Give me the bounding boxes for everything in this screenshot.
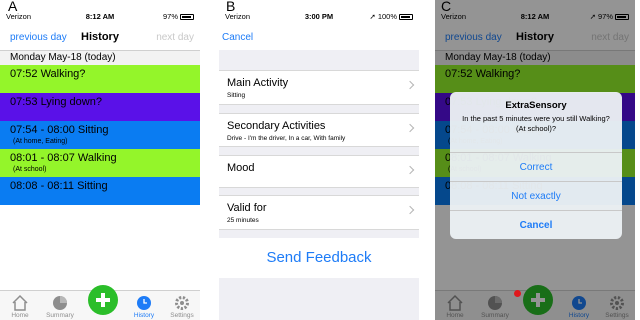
event-row[interactable]: 08:08 - 08:11 Sitting xyxy=(0,177,200,205)
tab-label: Home xyxy=(11,312,29,319)
alert-cancel-button[interactable]: Cancel xyxy=(450,210,622,239)
add-activity-button[interactable] xyxy=(88,285,118,315)
gear-icon xyxy=(175,296,189,310)
next-day-button[interactable]: next day xyxy=(156,32,194,43)
cell-subtitle: 25 minutes xyxy=(227,217,259,224)
tab-summary[interactable]: Summary xyxy=(42,294,78,319)
clock-icon xyxy=(137,296,151,310)
cancel-button[interactable]: Cancel xyxy=(222,32,253,43)
notification-badge xyxy=(514,290,521,297)
battery-percent: 97% xyxy=(162,12,178,21)
cell-title: Mood xyxy=(227,162,255,174)
status-bar: Verizon 8:12 AM 97% xyxy=(0,10,200,24)
battery: 97% xyxy=(163,12,194,21)
panel-letter-a: A xyxy=(8,0,18,14)
bottom-background xyxy=(219,278,419,320)
nav-bar: previous day History next day xyxy=(0,26,200,50)
phone-history-alert: Verizon 8:12 AM ➚ 97% previous day Histor… xyxy=(435,0,635,320)
correct-button[interactable]: Correct xyxy=(450,152,622,181)
battery-icon xyxy=(180,13,194,20)
event-label: 08:08 - 08:11 Sitting xyxy=(10,180,108,192)
chevron-right-icon xyxy=(405,80,415,90)
alert-message: In the past 5 minutes were you still Wal… xyxy=(462,114,610,133)
battery: ➚ 100% xyxy=(370,12,413,21)
cell-subtitle: Drive - I'm the driver, In a car, With f… xyxy=(227,135,346,142)
event-list: 07:52 Walking? 07:53 Lying down? 07:54 -… xyxy=(0,65,200,205)
battery-percent: 100% xyxy=(377,12,397,21)
chevron-right-icon xyxy=(405,205,415,215)
panel-letter-c: C xyxy=(441,0,452,14)
event-label: 07:53 Lying down? xyxy=(10,96,102,108)
not-exactly-button[interactable]: Not exactly xyxy=(450,181,622,210)
phone-history: Verizon 8:12 AM 97% previous day History… xyxy=(0,0,200,320)
tab-home[interactable]: Home xyxy=(2,294,38,319)
main-activity-cell[interactable]: Main Activity Sitting xyxy=(219,70,419,105)
tab-history[interactable]: History xyxy=(126,294,162,319)
event-label: 08:01 - 08:07 Walking xyxy=(10,152,117,164)
chevron-right-icon xyxy=(405,165,415,175)
event-label: 07:54 - 08:00 Sitting xyxy=(10,124,109,136)
tab-label: Summary xyxy=(46,312,74,319)
battery-icon xyxy=(399,13,413,20)
event-row[interactable]: 08:01 - 08:07 Walking (At school) xyxy=(0,149,200,177)
secondary-activities-cell[interactable]: Secondary Activities Drive - I'm the dri… xyxy=(219,113,419,147)
status-bar: Verizon 3:00 PM ➚ 100% xyxy=(219,10,419,24)
cell-title: Secondary Activities xyxy=(227,120,326,132)
phone-feedback: Verizon 3:00 PM ➚ 100% Cancel Main Activi… xyxy=(219,0,419,320)
pie-chart-icon xyxy=(53,296,67,310)
tab-label: Settings xyxy=(170,312,194,319)
location-icon: ➚ xyxy=(369,12,376,21)
tab-settings[interactable]: Settings xyxy=(164,294,200,319)
panel-letter-b: B xyxy=(226,0,236,14)
day-header: Monday May-18 (today) xyxy=(0,51,200,65)
event-row[interactable]: 07:53 Lying down? xyxy=(0,93,200,121)
event-context: (At home, Eating) xyxy=(13,138,68,145)
event-label: 07:52 Walking? xyxy=(10,68,86,80)
home-icon xyxy=(12,294,28,311)
valid-for-cell[interactable]: Valid for 25 minutes xyxy=(219,195,419,230)
cell-title: Valid for xyxy=(227,202,267,214)
mood-cell[interactable]: Mood xyxy=(219,155,419,188)
send-feedback-button[interactable]: Send Feedback xyxy=(219,238,419,278)
cell-title: Main Activity xyxy=(227,77,289,89)
event-context: (At school) xyxy=(13,166,47,173)
nav-bar: Cancel xyxy=(219,26,419,50)
cell-subtitle: Sitting xyxy=(227,92,246,99)
alert-title: ExtraSensory xyxy=(505,100,567,111)
event-row[interactable]: 07:54 - 08:00 Sitting (At home, Eating) xyxy=(0,121,200,149)
alert-dialog: ExtraSensory In the past 5 minutes were … xyxy=(450,92,622,239)
tab-label: History xyxy=(133,312,155,319)
tab-bar: Home Summary History Settings xyxy=(0,285,200,320)
chevron-right-icon xyxy=(405,123,415,133)
event-row[interactable]: 07:52 Walking? xyxy=(0,65,200,93)
